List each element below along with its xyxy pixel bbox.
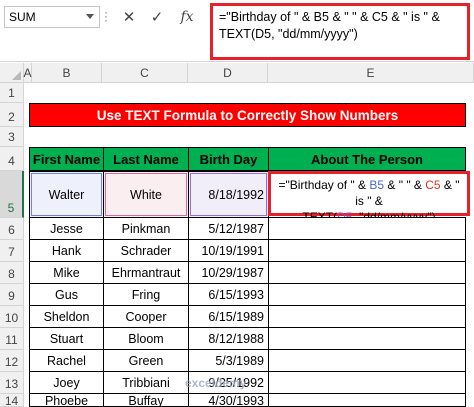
- cell-last-name[interactable]: Ehrmantraut: [103, 261, 189, 284]
- cell-first-name[interactable]: Phoebe: [29, 393, 104, 407]
- cell-c5-last-name[interactable]: White: [103, 171, 189, 218]
- cell-about[interactable]: [268, 305, 466, 328]
- watermark: exceldemy: [185, 376, 247, 390]
- cell-about[interactable]: [268, 371, 466, 394]
- insert-function-icon[interactable]: fx: [174, 6, 200, 28]
- ref-c5: C5: [425, 178, 441, 192]
- cell-first-name[interactable]: Hank: [29, 239, 104, 262]
- formula-input[interactable]: ="Birthday of " & B5 & " " & C5 & " is "…: [210, 3, 470, 60]
- column-header-b[interactable]: B: [32, 63, 102, 83]
- formula-text: ="Birthday of " &: [278, 178, 370, 192]
- cell-b5-first-name[interactable]: Walter: [29, 171, 104, 218]
- cell-last-name[interactable]: Cooper: [103, 305, 189, 328]
- row-header-8[interactable]: 8: [0, 262, 24, 284]
- column-header-d[interactable]: D: [188, 63, 268, 83]
- column-header-e[interactable]: E: [268, 63, 474, 83]
- chevron-down-icon[interactable]: [86, 14, 94, 19]
- cell-first-name[interactable]: Rachel: [29, 349, 104, 372]
- row-header-12[interactable]: 12: [0, 350, 24, 372]
- enter-icon[interactable]: ✓: [144, 6, 170, 28]
- cell-birth-day[interactable]: 4/30/1993: [188, 393, 269, 407]
- cell-first-name[interactable]: Gus: [29, 283, 104, 306]
- cell-last-name[interactable]: Buffay: [103, 393, 189, 407]
- row-header-7[interactable]: 7: [0, 240, 24, 262]
- cell-first-name[interactable]: Jesse: [29, 217, 104, 240]
- cell-first-name[interactable]: Joey: [29, 371, 104, 394]
- cell-birth-day[interactable]: 6/15/1989: [188, 305, 269, 328]
- more-options-icon[interactable]: · · ·: [104, 6, 110, 26]
- cell-first-name[interactable]: Mike: [29, 261, 104, 284]
- name-box[interactable]: SUM: [4, 6, 100, 28]
- cell-last-name[interactable]: Pinkman: [103, 217, 189, 240]
- cell-first-name[interactable]: Sheldon: [29, 305, 104, 328]
- cell-last-name[interactable]: Tribbiani: [103, 371, 189, 394]
- cell-birth-day[interactable]: 6/15/1993: [188, 283, 269, 306]
- row-header-2[interactable]: 2: [0, 103, 24, 127]
- formula-bar: SUM · · · ✕ ✓ fx ="Birthday of " & B5 & " …: [0, 0, 474, 62]
- cell-birth-day[interactable]: 8/12/1988: [188, 327, 269, 350]
- header-last-name[interactable]: Last Name: [103, 147, 189, 171]
- cell-last-name[interactable]: Schrader: [103, 239, 189, 262]
- row-header-4[interactable]: 4: [0, 147, 24, 171]
- column-header-a[interactable]: A: [24, 63, 32, 83]
- cell-about[interactable]: [268, 261, 466, 284]
- row-header-13[interactable]: 13: [0, 372, 24, 394]
- row-header-10[interactable]: 10: [0, 306, 24, 328]
- row-header-14[interactable]: 14: [0, 394, 24, 407]
- cell-about[interactable]: [268, 349, 466, 372]
- row-header-6[interactable]: 6: [0, 218, 24, 240]
- row-header-3[interactable]: 3: [0, 127, 24, 147]
- column-header-c[interactable]: C: [102, 63, 188, 83]
- row-header-1[interactable]: 1: [0, 83, 24, 103]
- cancel-icon[interactable]: ✕: [116, 6, 142, 28]
- cell-birth-day[interactable]: 10/19/1991: [188, 239, 269, 262]
- select-all-corner[interactable]: [0, 63, 24, 83]
- cell-about[interactable]: [268, 283, 466, 306]
- cell-birth-day[interactable]: 10/29/1987: [188, 261, 269, 284]
- header-about-person[interactable]: About The Person: [268, 147, 466, 171]
- cell-about[interactable]: [268, 327, 466, 350]
- cell-about[interactable]: [268, 217, 466, 240]
- row-header-5[interactable]: 5: [0, 171, 24, 218]
- cell-last-name[interactable]: Green: [103, 349, 189, 372]
- cell-about[interactable]: [268, 393, 466, 407]
- cell-about[interactable]: [268, 239, 466, 262]
- cell-first-name[interactable]: Stuart: [29, 327, 104, 350]
- header-first-name[interactable]: First Name: [29, 147, 104, 171]
- cell-birth-day[interactable]: 5/12/1987: [188, 217, 269, 240]
- formula-text: & " " &: [384, 178, 426, 192]
- name-box-value: SUM: [9, 10, 36, 24]
- cell-last-name[interactable]: Bloom: [103, 327, 189, 350]
- header-birth-day[interactable]: Birth Day: [188, 147, 269, 171]
- cell-d5-birth-day[interactable]: 8/18/1992: [188, 171, 269, 218]
- row-header-11[interactable]: 11: [0, 328, 24, 350]
- row-header-9[interactable]: 9: [0, 284, 24, 306]
- cell-birth-day[interactable]: 5/3/1989: [188, 349, 269, 372]
- cell-e5-formula-editor[interactable]: ="Birthday of " & B5 & " " & C5 & " is "…: [268, 171, 470, 224]
- sheet-title[interactable]: Use TEXT Formula to Correctly Show Numbe…: [29, 103, 466, 127]
- cell-last-name[interactable]: Fring: [103, 283, 189, 306]
- ref-b5: B5: [369, 178, 385, 192]
